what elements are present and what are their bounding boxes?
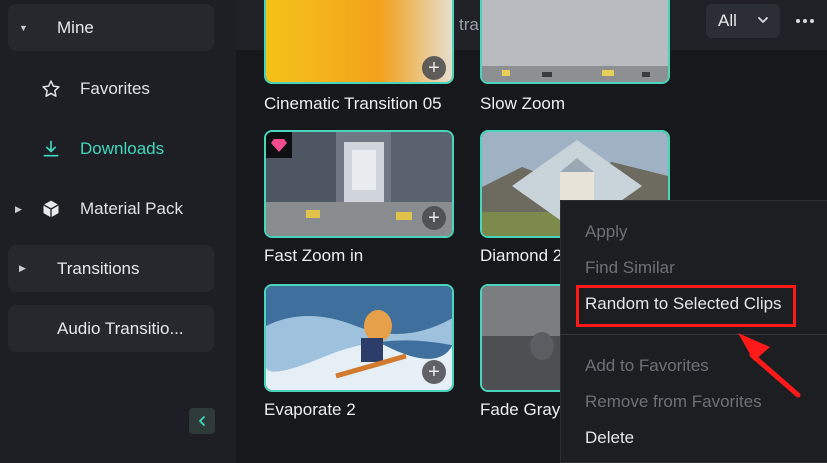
- sidebar-item-favorites[interactable]: Favorites: [0, 69, 236, 109]
- filter-value: All: [718, 11, 737, 30]
- sidebar-item-material-pack[interactable]: ▶ Material Pack: [0, 189, 236, 229]
- card-title: Evaporate 2: [264, 400, 356, 419]
- sidebar-group-label: Mine: [57, 17, 94, 37]
- highlight-box: [576, 285, 796, 327]
- thumbnail[interactable]: [480, 0, 670, 84]
- sidebar-item-label: Material Pack: [80, 199, 183, 218]
- add-icon[interactable]: +: [422, 360, 446, 384]
- add-icon[interactable]: +: [422, 206, 446, 230]
- sidebar-item-label: Favorites: [80, 79, 150, 98]
- thumbnail[interactable]: +: [264, 0, 454, 84]
- slow-zoom-thumbnail-image: [482, 0, 668, 82]
- sidebar: ▼ Mine Favorites Downloads ▶ Material Pa…: [0, 0, 236, 463]
- sidebar-group-audio-transitions[interactable]: Audio Transitio...: [8, 305, 214, 352]
- caret-right-icon: ▶: [19, 263, 26, 273]
- cube-icon: [40, 198, 62, 220]
- chevron-left-icon: [199, 416, 205, 426]
- menu-item-find-similar[interactable]: Find Similar: [585, 258, 675, 278]
- sidebar-item-downloads[interactable]: Downloads: [0, 129, 236, 169]
- sidebar-group-label: Transitions: [57, 258, 140, 278]
- more-options-button[interactable]: [796, 12, 824, 30]
- card-title: Fade Gray: [480, 400, 561, 419]
- caret-right-icon: ▶: [15, 203, 22, 214]
- caret-down-icon: ▼: [19, 22, 28, 33]
- sidebar-group-mine[interactable]: ▼ Mine: [8, 4, 214, 51]
- menu-item-apply[interactable]: Apply: [585, 222, 628, 242]
- card-title: Slow Zoom: [480, 94, 566, 113]
- download-icon: [40, 138, 62, 160]
- sidebar-group-transitions[interactable]: ▶ Transitions: [8, 245, 214, 292]
- menu-item-delete[interactable]: Delete: [585, 428, 634, 448]
- card-title: Diamond 2: [480, 246, 563, 265]
- thumbnail[interactable]: +: [264, 284, 454, 392]
- menu-item-add-to-favorites[interactable]: Add to Favorites: [585, 356, 709, 376]
- card-title: Cinematic Transition 05: [264, 94, 442, 113]
- sidebar-group-label: Audio Transitio...: [57, 318, 184, 338]
- sidebar-item-label: Downloads: [80, 139, 165, 158]
- annotation-arrow-icon: [738, 333, 801, 398]
- filter-dropdown[interactable]: All: [706, 4, 780, 38]
- chevron-down-icon: [758, 17, 768, 23]
- card-title: Fast Zoom in: [264, 246, 364, 265]
- collapse-sidebar-button[interactable]: [189, 408, 215, 434]
- star-icon: [40, 78, 62, 100]
- premium-gem-icon: [266, 132, 292, 158]
- add-icon[interactable]: +: [422, 56, 446, 80]
- thumbnail[interactable]: +: [264, 130, 454, 238]
